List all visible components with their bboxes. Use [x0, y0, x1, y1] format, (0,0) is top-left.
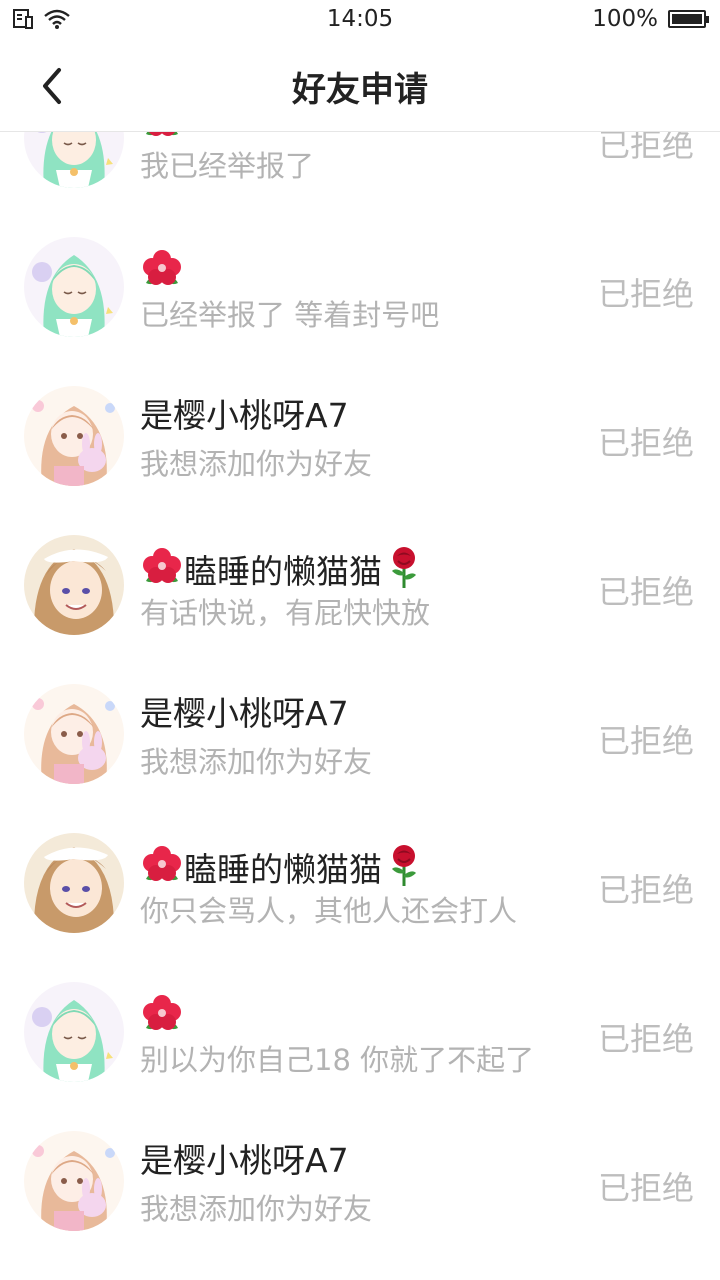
rose-icon [382, 547, 426, 591]
nav-bar: 好友申请 [0, 40, 720, 132]
request-status: 已拒绝 [597, 573, 694, 611]
request-message: 我已经举报了 [140, 149, 315, 183]
friend-request-row[interactable]: 瞌睡的懒猫猫有话快说，有屁快快放 已拒绝 [0, 485, 720, 635]
avatar[interactable] [24, 237, 124, 337]
avatar[interactable] [24, 1131, 124, 1231]
request-message: 已经举报了 等着封号吧 [140, 298, 440, 332]
requester-name: 是樱小桃呀A7 [140, 694, 349, 734]
avatar[interactable] [24, 833, 124, 933]
avatar[interactable] [24, 684, 124, 784]
requester-name [140, 247, 184, 294]
hibiscus-icon [140, 132, 184, 144]
requester-name-text: 瞌睡的懒猫猫 [184, 552, 382, 591]
requester-name: 是樱小桃呀A7 [140, 1141, 349, 1181]
friend-request-list[interactable]: 我已经举报了 已拒绝 已经举报了 等着封号吧 已拒绝 是樱小桃呀A7 我想添加你为好友 已拒… [0, 132, 720, 1280]
status-icons-right: 100% [592, 6, 709, 32]
request-message: 我想添加你为好友 [140, 1192, 373, 1226]
request-message: 有话快说，有屁快快放 [140, 596, 431, 630]
requester-name: 瞌睡的懒猫猫 [140, 545, 426, 592]
battery-percent: 100% [592, 6, 658, 32]
requester-name-text: 瞌睡的懒猫猫 [184, 850, 382, 889]
requester-name-text: 是樱小桃呀A7 [140, 694, 349, 733]
hibiscus-icon [140, 250, 184, 293]
request-message: 我想添加你为好友 [140, 745, 373, 779]
friend-request-row[interactable]: 别以为你自己18 你就了不起了 已拒绝 [0, 932, 720, 1082]
request-status: 已拒绝 [597, 132, 694, 164]
request-message: 我想添加你为好友 [140, 447, 373, 481]
request-status: 已拒绝 [597, 1169, 694, 1207]
battery-icon [668, 10, 709, 28]
friend-request-row[interactable]: 是樱小桃呀A7 我想添加你为好友 已拒绝 [0, 634, 720, 784]
avatar[interactable] [24, 132, 124, 188]
friend-request-row[interactable]: 瞌睡的懒猫猫你只会骂人，其他人还会打人 已拒绝 [0, 783, 720, 933]
request-status: 已拒绝 [597, 1020, 694, 1058]
avatar[interactable] [24, 386, 124, 486]
status-bar: 14:05 100% [0, 0, 720, 40]
hibiscus-icon [140, 846, 184, 889]
avatar[interactable] [24, 982, 124, 1082]
page-title: 好友申请 [292, 70, 428, 110]
friend-request-row[interactable]: 我已经举报了 已拒绝 [0, 132, 720, 188]
hibiscus-icon [140, 995, 184, 1038]
avatar[interactable] [24, 535, 124, 635]
friend-request-row[interactable]: 是樱小桃呀A7 我想添加你为好友 已拒绝 [0, 1081, 720, 1231]
requester-name: 瞌睡的懒猫猫 [140, 843, 426, 890]
friend-request-row[interactable]: 已经举报了 等着封号吧 已拒绝 [0, 187, 720, 337]
request-status: 已拒绝 [597, 722, 694, 760]
friend-request-row[interactable]: 是樱小桃呀A7 我想添加你为好友 已拒绝 [0, 336, 720, 486]
request-status: 已拒绝 [597, 275, 694, 313]
rose-icon [382, 845, 426, 889]
request-message: 你只会骂人，其他人还会打人 [140, 894, 518, 928]
hibiscus-icon [140, 548, 184, 591]
request-status: 已拒绝 [597, 871, 694, 909]
requester-name [140, 132, 184, 145]
requester-name [140, 992, 184, 1039]
request-status: 已拒绝 [597, 424, 694, 462]
request-message: 别以为你自己18 你就了不起了 [140, 1043, 535, 1077]
requester-name: 是樱小桃呀A7 [140, 396, 349, 436]
requester-name-text: 是樱小桃呀A7 [140, 396, 349, 435]
requester-name-text: 是樱小桃呀A7 [140, 1141, 349, 1180]
